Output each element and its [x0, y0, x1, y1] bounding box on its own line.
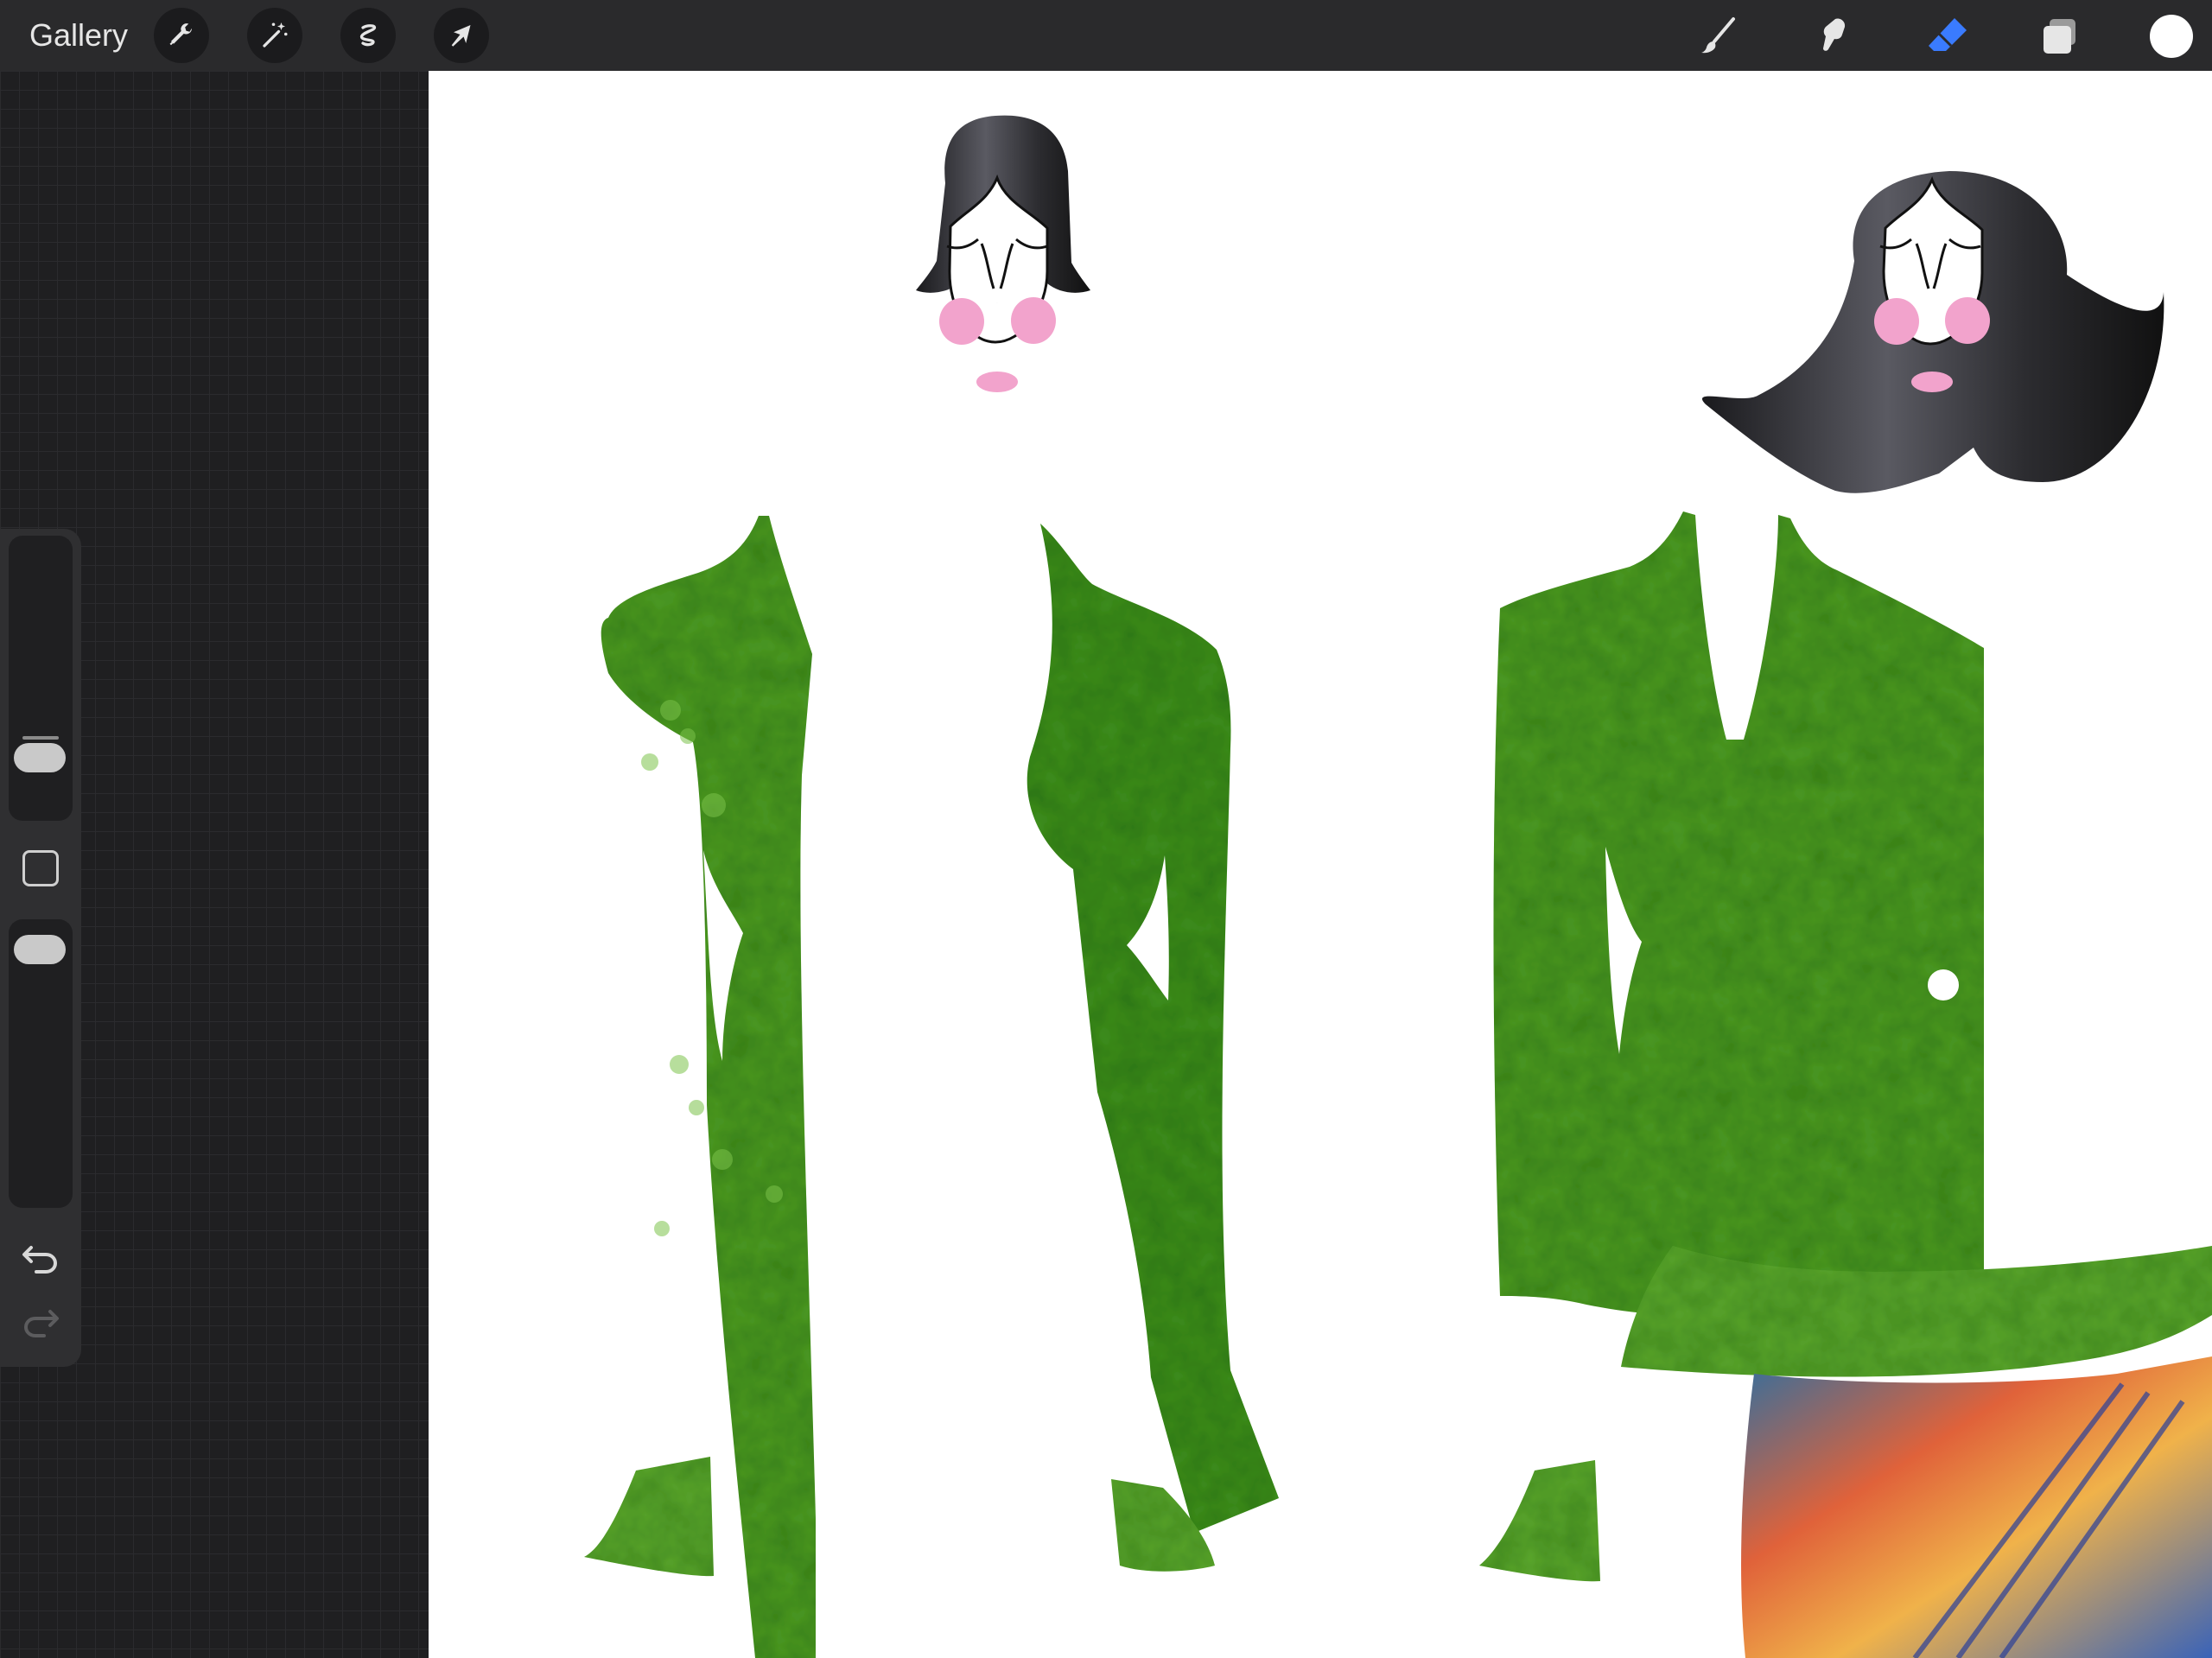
- eraser-icon: [1929, 18, 1967, 51]
- opacity-thumb[interactable]: [14, 935, 66, 964]
- brush-tool-button[interactable]: [1694, 12, 1742, 60]
- selection-button[interactable]: [340, 8, 396, 63]
- slider-mark: [22, 736, 59, 740]
- layers-icon: [2044, 19, 2075, 54]
- smudge-tool-button[interactable]: [1809, 12, 1858, 60]
- gallery-button[interactable]: Gallery: [29, 17, 128, 54]
- magic-wand-icon: [263, 22, 288, 48]
- adjustments-button[interactable]: [247, 8, 302, 63]
- selection-icon: [359, 24, 377, 47]
- brush-size-thumb[interactable]: [14, 743, 66, 772]
- figure-right: [1479, 171, 2212, 1658]
- actions-button[interactable]: [154, 8, 209, 63]
- figure-left: [584, 115, 1279, 1658]
- brush-sidebar: [0, 529, 81, 1367]
- modify-square-icon[interactable]: [22, 850, 59, 886]
- brush-size-slider[interactable]: [9, 536, 73, 821]
- artwork: [584, 115, 2212, 1658]
- transform-button[interactable]: [434, 8, 489, 63]
- eraser-tool-button[interactable]: [1923, 12, 1972, 60]
- top-toolbar: Gallery: [0, 0, 2212, 71]
- color-picker-button[interactable]: [2150, 15, 2193, 58]
- undo-icon[interactable]: [17, 1236, 64, 1279]
- drawing-canvas[interactable]: [429, 71, 2212, 1658]
- brush-icon: [1701, 17, 1735, 54]
- wrench-icon: [169, 23, 193, 46]
- redo-icon[interactable]: [17, 1299, 64, 1343]
- smudge-icon: [1823, 18, 1846, 51]
- move-arrow-icon: [451, 25, 471, 47]
- layers-button[interactable]: [2036, 12, 2084, 60]
